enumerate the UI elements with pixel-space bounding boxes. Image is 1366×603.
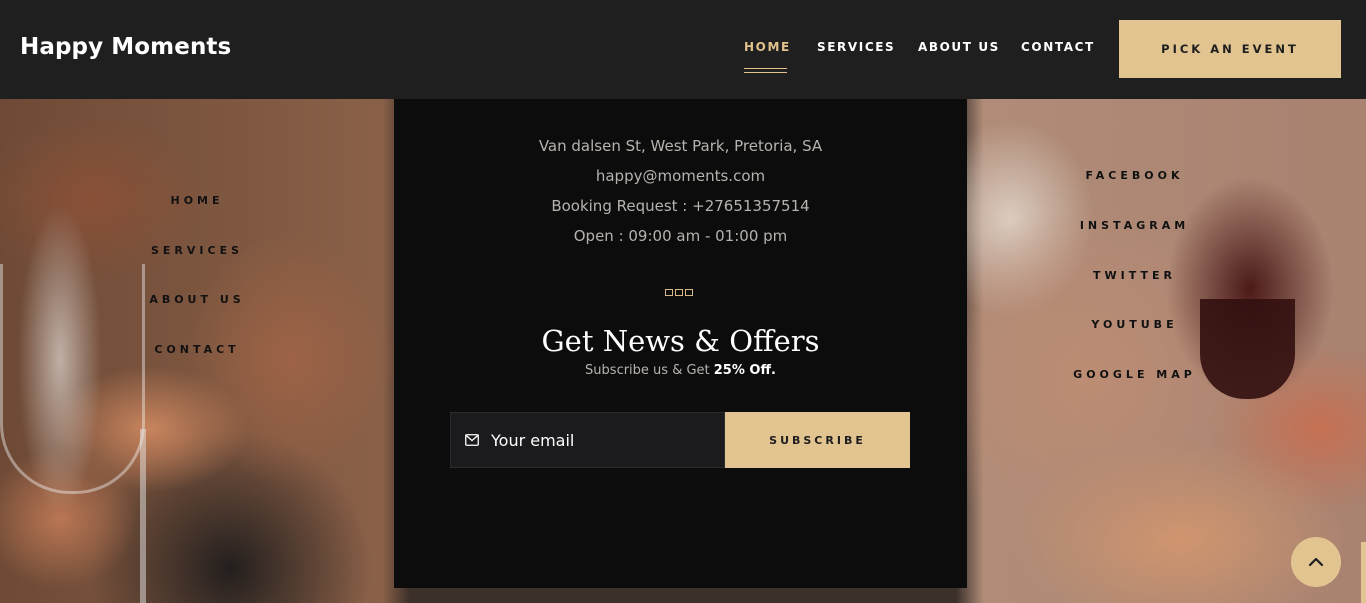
social-facebook[interactable]: FACEBOOK [967,169,1302,182]
email-field-wrapper [450,412,725,468]
footer-nav-services[interactable]: SERVICES [0,244,394,257]
social-instagram[interactable]: INSTAGRAM [967,219,1302,232]
pick-an-event-button[interactable]: PICK AN EVENT [1119,20,1341,78]
active-nav-indicator [744,68,787,73]
social-google-map[interactable]: GOOGLE MAP [967,368,1302,381]
chevron-up-icon [1308,557,1324,567]
nav-contact[interactable]: CONTACT [1021,40,1095,54]
booking-phone[interactable]: Booking Request : +27651357514 [394,197,967,215]
footer-nav-contact[interactable]: CONTACT [0,343,394,356]
site-header: Happy Moments HOME SERVICES ABOUT US CON… [0,0,1366,99]
newsletter-subtitle: Subscribe us & Get 25% Off. [394,363,967,378]
nav-about-us[interactable]: ABOUT US [918,40,1000,54]
mail-icon [465,434,479,446]
social-links: FACEBOOK INSTAGRAM TWITTER YOUTUBE GOOGL… [967,99,1302,603]
address-text: Van dalsen St, West Park, Pretoria, SA [538,137,823,155]
contact-newsletter-panel: Van dalsen St, West Park, Pretoria, SA h… [394,99,967,588]
opening-hours: Open : 09:00 am - 01:00 pm [573,227,788,245]
nav-services[interactable]: SERVICES [817,40,895,54]
nav-home[interactable]: HOME [744,40,791,54]
social-twitter[interactable]: TWITTER [967,269,1302,282]
email-input[interactable] [491,413,721,467]
social-youtube[interactable]: YOUTUBE [967,318,1302,331]
discount-highlight: 25% Off. [713,363,776,378]
page: Happy Moments HOME SERVICES ABOUT US CON… [0,0,1366,603]
newsletter-title: Get News & Offers [541,324,820,358]
footer-nav: HOME SERVICES ABOUT US CONTACT [0,99,394,603]
footer-nav-home[interactable]: HOME [0,194,394,207]
back-to-top-button[interactable] [1291,537,1341,587]
newsletter-subtitle-text: Subscribe us & Get [585,363,714,378]
scroll-accent-bar [1361,542,1366,603]
footer-nav-about-us[interactable]: ABOUT US [0,293,394,306]
email-link[interactable]: happy@moments.com [394,167,967,185]
ornament-divider-icon [665,289,695,297]
subscribe-button[interactable]: SUBSCRIBE [725,412,910,468]
